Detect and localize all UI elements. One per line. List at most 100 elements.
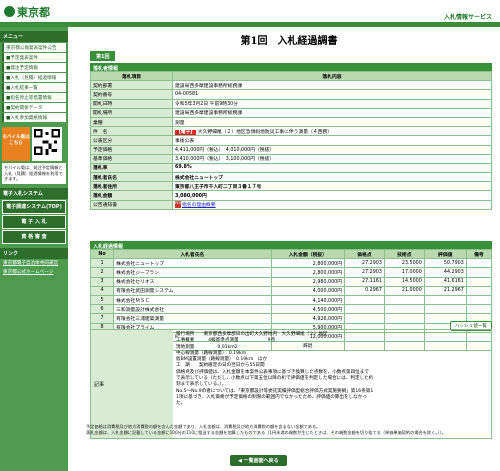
info-key: 契約部署 [90, 80, 173, 91]
col-item-header: 落札項目 [90, 70, 173, 82]
info-value: 株式会社ニュートップ [172, 172, 492, 183]
info-key: 公表区分 [90, 135, 173, 146]
info-value-text: 大久野細尾（２）地区急傾斜地防災工事に伴う測量（４西務） [197, 129, 333, 135]
bid-cell-no: 2 [89, 267, 115, 278]
bid-cell-tech [383, 294, 425, 306]
bid-row: 3 株式会社セリオス 2,980,000円 27.1161 14.5000 41.6161 [89, 276, 493, 287]
bid-row: 5 株式会社ＭＳＣ 4,140,000円 [89, 294, 493, 306]
info-value-text: 事後公表 [175, 138, 195, 144]
sidebar-item-contract-data[interactable]: ■契約関係データ [2, 103, 66, 112]
bid-cell-note [465, 285, 493, 296]
bid-col-header: 入札者氏名 [113, 248, 272, 260]
sidebar: メニュー 東京都公報発表案件公告 ■予定発表案件 ■発注予定情報 ■入札（見積）… [0, 27, 68, 471]
info-row: 契約番号 04-00581 [90, 89, 492, 100]
bid-col-header: 技術点 [383, 248, 425, 260]
info-key: 件 名 [90, 126, 173, 137]
info-key: 開札場所 [90, 107, 173, 118]
page-title: 第1回 入札経過調書 [240, 36, 338, 47]
bid-cell-eval [423, 304, 467, 315]
info-value-text: 東京都八王子市千人町二丁目３番１７号 [175, 184, 262, 190]
bid-cell-price: 27.2903 [344, 267, 385, 278]
info-value-text: 測量 [175, 120, 185, 126]
bid-cell-tech: 23.5000 [383, 258, 425, 269]
e-procurement-top-button[interactable]: 電子調達システム(TOP) [2, 199, 66, 214]
bid-cell-amount: 4,926,000円 [270, 313, 346, 324]
bid-col-header: No [89, 248, 115, 260]
info-key: 落札金額 [90, 190, 173, 201]
info-value-text: 3,410,000円（税込） 3,100,000円（税抜） [175, 157, 275, 163]
info-value-text: 株式会社ニュートップ [175, 175, 223, 181]
info-row: 落札金額 3,080,000円 [90, 190, 492, 201]
mobile-section: モバイル版はこちら [2, 127, 66, 161]
col-content-header: 落札内容 [172, 70, 492, 82]
main-content: 第1回 入札経過調書 第1回 落札者情報 落札項目 落札内容 契約部署 建設局西多… [86, 27, 493, 471]
info-row: 契約部署 建設局西多摩建設事務所総務課 [90, 80, 492, 91]
link-tokyo-official[interactable]: 東京都公式ホームページ [0, 268, 68, 277]
info-value: 令和5年3月2日 午前9時30分 [172, 98, 492, 109]
info-value: 建設局西多摩建設事務所総務課 [172, 80, 492, 91]
info-value-text: 69.8% [175, 165, 192, 171]
bid-cell-price: 27.2903 [344, 258, 385, 269]
bid-cell-eval: 21.2967 [423, 285, 467, 296]
sidebar-item-qualification[interactable]: ■入札参加資格情報 [2, 113, 66, 122]
bid-cell-eval [423, 294, 467, 306]
sidebar-link-title: リンク [0, 247, 68, 259]
info-key: 開札日時 [90, 98, 173, 109]
tokyo-logo[interactable]: 東京都 [4, 4, 50, 20]
notice-pdf-link[interactable]: 指名の理由概要 [182, 203, 216, 208]
logo-text: 東京都 [17, 6, 50, 19]
bid-cell-no: 5 [89, 294, 115, 306]
info-key: 契約番号 [90, 89, 173, 100]
info-row: 落札者住所 東京都八王子市千人町二丁目３番１７号 [90, 181, 492, 192]
bid-cell-no: 6 [89, 304, 115, 315]
info-key: 落札者住所 [90, 181, 173, 192]
sidebar-item-order-plan[interactable]: ■発注予定情報 [2, 63, 66, 72]
info-key: 基準価格 [90, 153, 173, 164]
link-e-government[interactable]: 東京都電子自治体共同運営 [0, 259, 68, 268]
info-value-text: 令和5年3月2日 午前9時30分 [175, 102, 239, 108]
winner-info-table: 落札項目 落札内容 契約部署 建設局西多摩建設事務所総務課 契約番号 04-00581… [90, 70, 492, 210]
bid-cell-tech: 17.0000 [383, 267, 425, 278]
info-row: 落札率 69.8% [90, 162, 492, 174]
sidebar-item-bid-results[interactable]: ■入札結果一覧 [2, 83, 66, 92]
sidebar-item-public-notice[interactable]: 東京都公報発表案件公告 [2, 43, 66, 52]
footnote-2: 落札金額は、入札金額に記載している金額に100分の110に相当する金額を加算した… [86, 429, 446, 435]
sidebar-menu-title: メニュー [0, 31, 68, 42]
bid-cell-no: 1 [89, 258, 115, 269]
sidebar-item-suspension[interactable]: ■指名停止等措置情報 [2, 93, 66, 102]
qualification-button[interactable]: 資 格 審 査 [2, 229, 66, 244]
bid-cell-tech [383, 304, 425, 315]
sidebar-item-scheduled[interactable]: ■予定発表案件 [2, 53, 66, 62]
sidebar-item-bid-progress[interactable]: ■入札（見積）経過情報 [2, 73, 66, 82]
info-value-text: 4,411,000円（税込） 4,010,000円（税抜） [175, 148, 275, 154]
bid-cell-name: 有限会社三浦建築測量 [113, 313, 272, 324]
bid-row: 6 三和測量設計株式会社 4,500,000円 [89, 304, 493, 315]
bid-cell-no: 3 [89, 276, 115, 287]
pdf-icon: PDF [175, 201, 182, 209]
info-key: 予定価格 [90, 144, 173, 155]
info-key: 公告通知書 [90, 199, 173, 210]
bid-row: 4 有限会社武田測量システム 4,000,000円 0.2967 21.0000 21.2… [89, 285, 493, 296]
info-key: 業種 [90, 116, 173, 128]
tokyo-emblem-icon [4, 6, 15, 17]
info-value-text: 建設局西多摩建設事務所総務課 [175, 111, 243, 117]
info-row: 基準価格 3,410,000円（税込） 3,100,000円（税抜） [90, 153, 492, 164]
service-name: 入札情報サービス [443, 14, 492, 21]
tab-round-1[interactable]: 第1回 [90, 51, 116, 61]
e-bidding-button[interactable]: 電 子 入 札 [2, 214, 66, 229]
bid-cell-eval: 44.2903 [423, 267, 467, 278]
mobile-link[interactable]: モバイル版はこちら [2, 127, 30, 161]
info-value-text: 3,080,000円 [175, 194, 207, 200]
bid-col-header: 備考 [465, 248, 493, 260]
sidebar-tool-title: 電子入札システム [0, 187, 68, 199]
bid-cell-note [465, 304, 493, 315]
back-to-list-button[interactable]: ◀ 一覧画面へ戻る [230, 455, 287, 466]
mobile-note: モバイル版は、発注予定情報と入札（見積）経過情報を利用できます。 [2, 163, 66, 184]
bid-cell-tech [383, 313, 425, 324]
remarks-text: 履行場所 東京都西多摩郡日の出町大久野地内 大久野細尾（２）地区 工事概要 4級… [176, 332, 374, 407]
bid-cell-amount: 4,500,000円 [270, 304, 346, 315]
info-row: 公表区分 事後公表 [90, 135, 492, 146]
bid-cell-name: 三和測量設計株式会社 [113, 304, 272, 315]
info-value: PDF指名の理由概要 [172, 199, 492, 210]
bid-cell-price: 0.2967 [344, 285, 385, 296]
